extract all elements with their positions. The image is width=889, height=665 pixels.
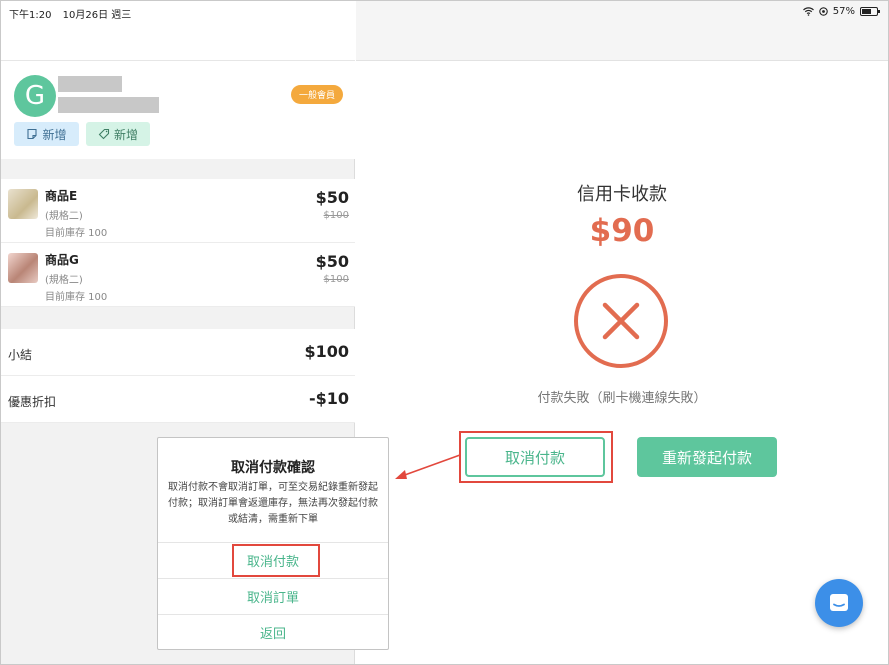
payment-title: 信用卡收款 [577,184,667,205]
product-original-price: $100 [323,210,349,221]
redacted-name [58,76,122,92]
status-bar: 下午1:20 10月26日 週三 57% [1,1,888,23]
product-name: 商品E [45,189,78,203]
product-name: 商品G [45,253,79,267]
subtotal-row: 小結 $100 [1,329,355,376]
avatar[interactable]: G [14,75,56,117]
redacted-phone [58,97,159,113]
dialog-cancel-order-option[interactable]: 取消訂單 [158,578,388,614]
discount-label: 優惠折扣 [8,395,57,409]
chat-button[interactable] [815,579,863,627]
wifi-icon [802,7,814,16]
status-date: 10月26日 週三 [62,10,132,21]
payment-status: 付款失敗（刷卡機連線失敗） [537,391,707,406]
payment-amount: $90 [589,213,655,249]
member-level-badge: 一般會員 [291,85,343,104]
cancel-payment-button[interactable]: 取消付款 [465,437,605,477]
battery-icon [860,7,880,16]
list-item[interactable]: 商品E (規格二) 目前庫存 100 $50 $100 [1,179,355,243]
dialog-title: 取消付款確認 [231,460,315,476]
product-spec: (規格二) [45,275,83,286]
add-note-button[interactable]: 新增 [14,122,79,146]
failure-x-icon [574,274,668,368]
cancel-payment-dialog: 取消付款確認 取消付款不會取消訂單，可至交易紀錄重新發起付款；取消訂單會返還庫存… [157,437,389,650]
totals: 小結 $100 優惠折扣 -$10 [1,329,355,423]
add-tag-button[interactable]: 新增 [86,122,150,146]
dialog-message: 取消付款不會取消訂單，可至交易紀錄重新發起付款；取消訂單會返還庫存，無法再次發起… [168,482,378,525]
product-price: $50 [315,188,349,207]
dialog-back-option[interactable]: 返回 [158,614,388,650]
product-stock: 目前庫存 100 [45,292,108,303]
location-icon [819,7,828,16]
add-note-label: 新增 [42,127,67,142]
annotation-arrow [395,454,461,479]
subtotal-value: $100 [304,342,349,361]
highlight-box-dialog-option [232,544,320,577]
discount-value: -$10 [308,389,349,408]
product-spec: (規格二) [45,211,83,222]
avatar-initial: G [24,81,46,111]
note-icon [27,128,38,140]
product-original-price: $100 [323,274,349,285]
discount-row: 優惠折扣 -$10 [1,376,355,423]
tag-icon [98,128,110,140]
chat-icon [830,594,848,611]
product-list: 商品E (規格二) 目前庫存 100 $50 $100 商品G (規格二) 目前… [1,179,355,307]
product-thumbnail [8,189,38,219]
status-time: 下午1:20 [9,10,52,21]
subtotal-label: 小結 [8,348,33,362]
battery-percent: 57% [832,6,855,17]
product-thumbnail [8,253,38,283]
member-card: G 一般會員 新增 新增 [1,61,355,159]
retry-payment-button[interactable]: 重新發起付款 [637,437,777,477]
add-tag-label: 新增 [113,127,138,142]
product-stock: 目前庫存 100 [45,228,108,239]
list-item[interactable]: 商品G (規格二) 目前庫存 100 $50 $100 [1,243,355,307]
product-price: $50 [315,252,349,271]
